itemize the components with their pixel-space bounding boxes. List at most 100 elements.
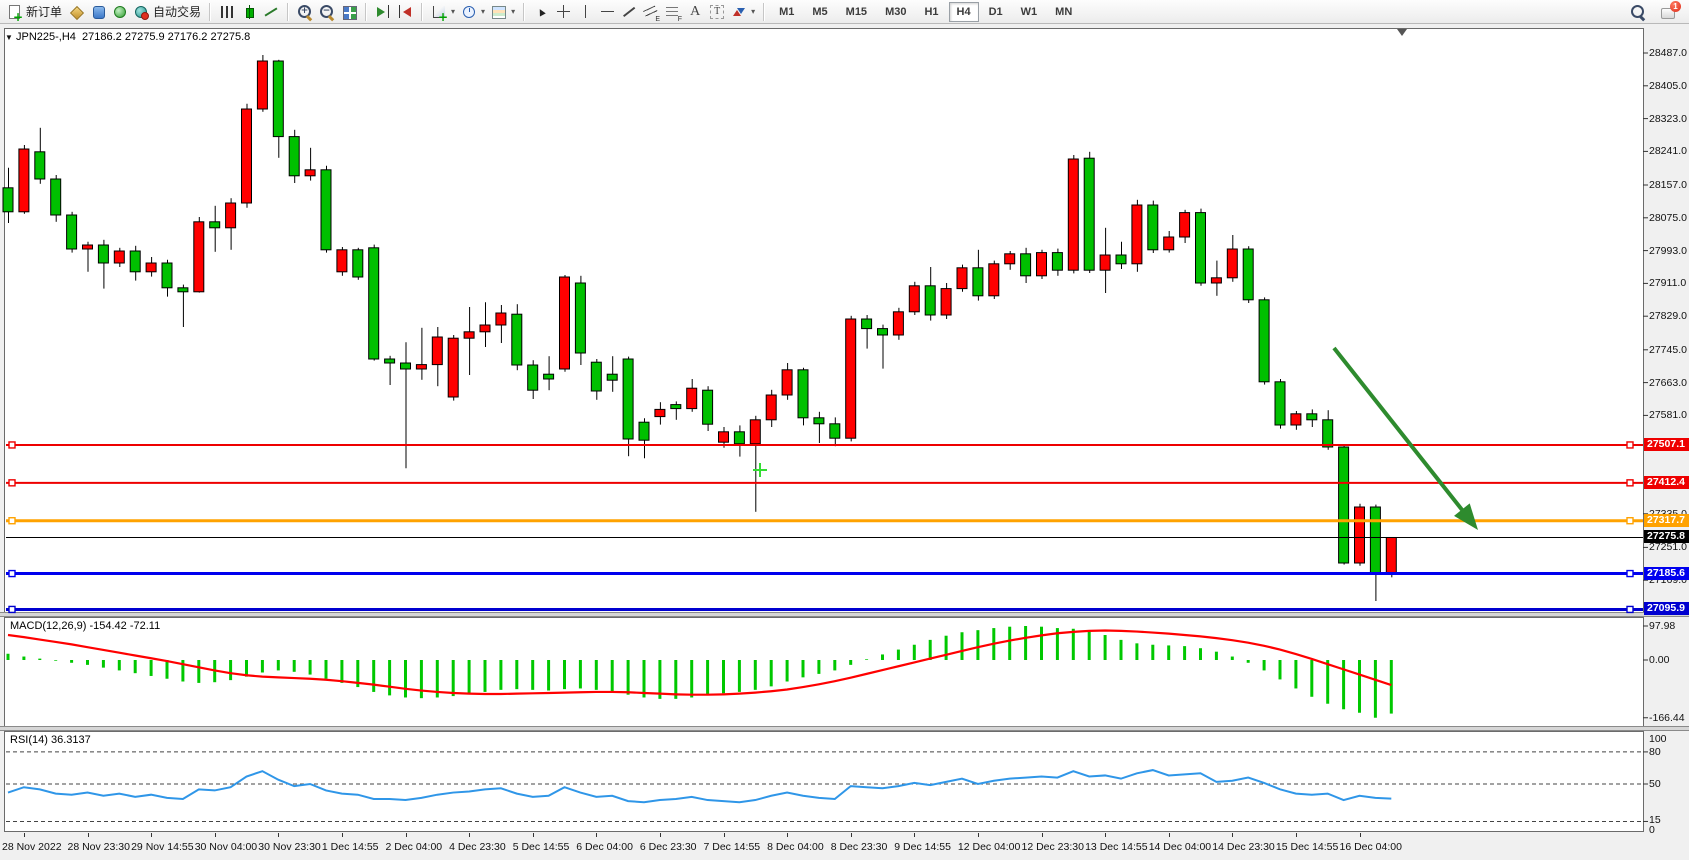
time-axis-tick [406,833,407,837]
candlestick-chart-icon [241,4,257,20]
trendline-button[interactable] [618,1,640,23]
cursor-icon [533,4,549,20]
time-axis-label: 12 Dec 23:30 [1022,841,1084,853]
fibonacci-icon [665,4,681,20]
crosshair-button[interactable] [552,1,574,23]
price-badge: 27095.9 [1644,602,1689,615]
time-axis-tick [88,833,89,837]
time-axis-label: 29 Nov 14:55 [131,841,193,853]
timeframe-m15[interactable]: M15 [838,2,875,22]
price-axis-label: 27993.0 [1649,245,1687,257]
timeframe-h1[interactable]: H1 [916,2,946,22]
symbol-dropdown-icon[interactable]: ▼ [5,33,13,42]
time-axis-label: 8 Dec 04:00 [767,841,824,853]
search-button[interactable] [1627,1,1649,23]
price-badge: 27507.1 [1644,438,1689,451]
chart-shift-button[interactable] [394,1,416,23]
text-label-button[interactable] [706,1,728,23]
timeframe-h4[interactable]: H4 [949,2,979,22]
time-axis-tick [596,833,597,837]
auto-scroll-button[interactable] [372,1,394,23]
price-axis-label: 28405.0 [1649,80,1687,92]
periods-button[interactable]: ▾ [458,1,488,23]
fibonacci-button[interactable] [662,1,684,23]
new-order-button[interactable]: 新订单 [4,1,65,23]
toolbar: 新订单自动交易▾▾▾▾M1M5M15M30H1H4D1W1MN1 [0,0,1689,24]
equidistant-channel-button[interactable] [640,1,662,23]
text-button[interactable] [684,1,706,23]
time-axis-label: 7 Dec 14:55 [704,841,761,853]
candlestick-chart-button[interactable] [238,1,260,23]
templates-button[interactable]: ▾ [488,1,518,23]
rsi-pane[interactable] [4,731,1644,832]
timeframe-w1[interactable]: W1 [1013,2,1046,22]
trendline-icon [621,4,637,20]
macd-axis-label: 0.00 [1649,654,1669,666]
autotrading-icon [134,4,150,20]
price-axis-label: 27829.0 [1649,310,1687,322]
time-axis-tick [342,833,343,837]
timeframe-mn[interactable]: MN [1047,2,1080,22]
cursor-button[interactable] [530,1,552,23]
chevron-down-icon: ▾ [481,7,485,16]
timeframe-m30[interactable]: M30 [877,2,914,22]
time-axis-label: 6 Dec 23:30 [640,841,697,853]
time-axis-label: 16 Dec 04:00 [1340,841,1402,853]
toolbar-separator [209,3,211,21]
time-axis-tick [151,833,152,837]
autotrading-button[interactable]: 自动交易 [131,1,204,23]
time-axis-tick [1360,833,1361,837]
zoom-in-button[interactable] [294,1,316,23]
time-axis-tick [278,833,279,837]
indicators-icon [431,4,447,20]
line-chart-button[interactable] [260,1,282,23]
timeframe-d1[interactable]: D1 [981,2,1011,22]
vertical-line-icon [577,4,593,20]
time-axis-tick [24,833,25,837]
macd-indicator-label: MACD(12,26,9) -154.42 -72.11 [10,620,160,632]
indicators-button[interactable]: ▾ [428,1,458,23]
rsi-axis-label: 100 [1649,733,1667,745]
timeframe-m5[interactable]: M5 [804,2,835,22]
equidistant-channel-icon [643,4,659,20]
price-axis-label: 28487.0 [1649,47,1687,59]
pane-splitter[interactable] [0,612,1689,617]
pane-splitter[interactable] [0,726,1689,731]
auto-scroll-icon [375,4,391,20]
time-axis-tick [533,833,534,837]
rsi-axis-label: 50 [1649,778,1661,790]
horizontal-line-icon [599,4,615,20]
timeframe-m1[interactable]: M1 [771,2,802,22]
market-watch-icon [90,4,106,20]
time-axis-tick [215,833,216,837]
signals-button[interactable] [109,1,131,23]
time-axis-label: 30 Nov 23:30 [258,841,320,853]
price-axis-label: 27911.0 [1649,277,1686,289]
rsi-axis-label: 80 [1649,746,1661,758]
zoom-out-button[interactable] [316,1,338,23]
time-axis-tick [660,833,661,837]
search-icon [1630,4,1646,20]
time-axis-label: 4 Dec 23:30 [449,841,506,853]
signals-icon [112,4,128,20]
chart-title: JPN225-,H4 27186.2 27275.9 27176.2 27275… [16,31,250,43]
horizontal-line-button[interactable] [596,1,618,23]
tile-windows-button[interactable] [338,1,360,23]
market-watch-button[interactable] [87,1,109,23]
price-axis-label: 28075.0 [1649,212,1687,224]
history-center-button[interactable] [65,1,87,23]
time-axis-tick [1105,833,1106,837]
autotrading-label: 自动交易 [153,3,201,20]
new-order-icon [7,4,23,20]
macd-pane[interactable] [4,617,1644,727]
history-center-icon [68,4,84,20]
notifications-icon: 1 [1660,4,1676,20]
notifications-button[interactable]: 1 [1657,1,1679,23]
price-axis-label: 27581.0 [1649,409,1687,421]
bar-chart-button[interactable] [216,1,238,23]
vertical-line-button[interactable] [574,1,596,23]
main-chart-pane[interactable] [4,28,1644,613]
rsi-indicator-label: RSI(14) 36.3137 [10,734,91,746]
time-axis-tick [1296,833,1297,837]
arrow-objects-button[interactable]: ▾ [728,1,758,23]
